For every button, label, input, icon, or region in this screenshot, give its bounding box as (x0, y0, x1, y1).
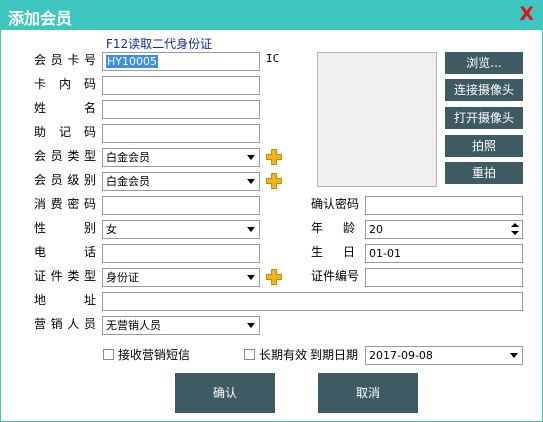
confirm-password-label: 确认密码 (311, 197, 360, 211)
sales-select[interactable]: 无营销人员 (102, 316, 260, 335)
address-label: 地址 (34, 293, 96, 307)
id-type-value: 身份证 (106, 271, 139, 284)
phone-input[interactable] (102, 244, 260, 263)
close-icon[interactable]: X (519, 3, 534, 25)
ic-label: IC (266, 52, 280, 65)
birthday-label: 生日 (311, 245, 355, 259)
add-member-level-icon[interactable] (266, 173, 282, 189)
connect-camera-button[interactable]: 连接摄像头 (445, 79, 523, 101)
age-spinner[interactable]: 20 (365, 220, 523, 239)
expire-date-label: 到期日期 (310, 348, 359, 362)
cancel-button[interactable]: 取消 (318, 373, 418, 413)
sms-label: 接收营销短信 (118, 348, 191, 362)
mnemonic-input[interactable] (102, 124, 260, 143)
name-label: 姓名 (34, 101, 96, 115)
retake-button[interactable]: 重拍 (445, 162, 523, 184)
pay-password-label: 消费密码 (34, 197, 96, 211)
mnemonic-label: 助记码 (34, 125, 96, 139)
id-number-input[interactable] (365, 268, 523, 287)
sales-label: 营销人员 (34, 317, 96, 331)
chevron-down-icon (247, 275, 255, 280)
address-input[interactable] (102, 292, 523, 311)
id-type-label: 证件类型 (34, 269, 96, 283)
title-bar: 添加会员 X (0, 0, 543, 30)
member-type-select[interactable]: 白金会员 (102, 148, 260, 167)
sms-checkbox[interactable] (103, 349, 114, 360)
gender-label: 性别 (34, 221, 96, 235)
inner-code-input[interactable] (102, 76, 260, 95)
add-id-type-icon[interactable] (266, 269, 282, 285)
id-type-select[interactable]: 身份证 (102, 268, 260, 287)
age-value: 20 (369, 223, 383, 236)
spinner-arrows-icon[interactable] (510, 222, 520, 237)
age-label: 年龄 (311, 221, 355, 235)
confirm-button[interactable]: 确认 (175, 373, 275, 413)
card-no-label: 会员卡号 (34, 53, 96, 67)
phone-label: 电话 (34, 245, 96, 259)
id-number-label: 证件编号 (311, 269, 360, 283)
gender-value: 女 (106, 223, 117, 236)
chevron-down-icon (247, 155, 255, 160)
expire-date-value: 2017-09-08 (369, 349, 433, 362)
capture-button[interactable]: 拍照 (445, 135, 523, 157)
long-term-label: 长期有效 (259, 348, 308, 362)
member-level-label: 会员级别 (34, 173, 96, 187)
open-camera-button[interactable]: 打开摄像头 (445, 107, 523, 129)
sales-value: 无营销人员 (106, 319, 161, 332)
gender-select[interactable]: 女 (102, 220, 260, 239)
add-member-type-icon[interactable] (266, 149, 282, 165)
read-id-card-hint[interactable]: F12读取二代身份证 (106, 35, 212, 52)
long-term-checkbox[interactable] (244, 349, 255, 360)
chevron-down-icon (247, 179, 255, 184)
inner-code-label: 卡内码 (34, 77, 96, 91)
confirm-password-input[interactable] (365, 196, 523, 215)
card-no-input[interactable]: HY10005 (102, 52, 260, 71)
chevron-down-icon (247, 227, 255, 232)
window-title: 添加会员 (8, 9, 73, 28)
pay-password-input[interactable] (102, 196, 260, 215)
chevron-down-icon (247, 323, 255, 328)
member-level-value: 白金会员 (106, 175, 150, 188)
card-no-value: HY10005 (106, 55, 158, 68)
expire-date-picker[interactable]: 2017-09-08 (365, 346, 523, 365)
member-level-select[interactable]: 白金会员 (102, 172, 260, 191)
member-type-label: 会员类型 (34, 149, 96, 163)
chevron-down-icon (510, 353, 518, 358)
browse-button[interactable]: 浏览... (445, 52, 523, 74)
photo-preview (317, 52, 437, 187)
add-member-dialog: F12读取二代身份证 会员卡号 卡内码 姓名 助记码 会员类型 会员级别 消费密… (0, 30, 543, 422)
member-type-value: 白金会员 (106, 151, 150, 164)
birthday-input[interactable]: 01-01 (365, 244, 523, 263)
name-input[interactable] (102, 100, 260, 119)
